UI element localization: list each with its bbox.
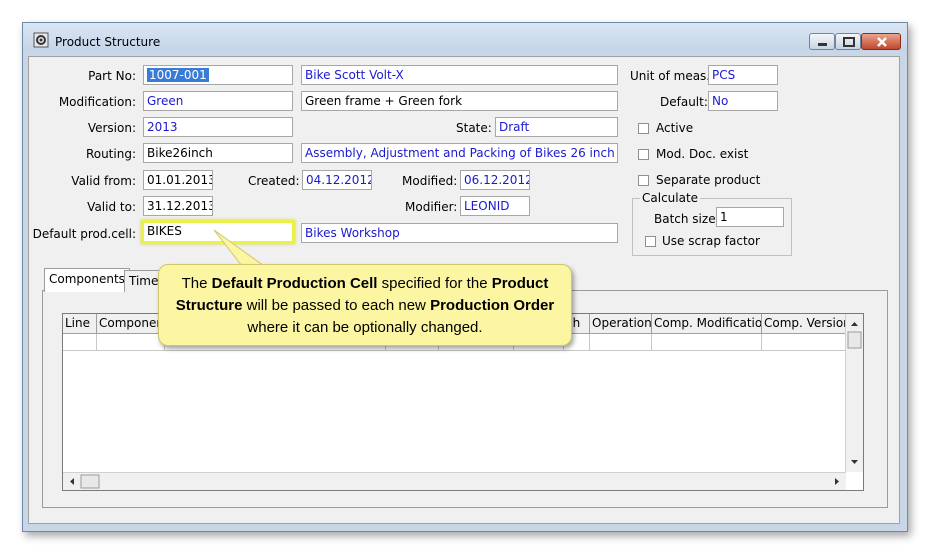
state-label: State: — [456, 121, 492, 135]
valid-from-label: Valid from: — [71, 174, 136, 188]
callout-text-part-3: will be passed to each new — [242, 297, 431, 314]
separate-product-checkbox[interactable] — [638, 175, 649, 186]
callout-text-part-4: where it can be optionally changed. — [247, 319, 483, 336]
grid-cell[interactable] — [97, 334, 165, 351]
callout-text: The Default Production Cell specified fo… — [167, 273, 563, 339]
column-header-comp-version[interactable]: Comp. Version — [762, 314, 848, 334]
valid-from-field[interactable]: 01.01.2013 — [143, 170, 213, 190]
separate-product-label: Separate product — [656, 173, 761, 187]
column-header-line[interactable]: Line — [63, 314, 97, 334]
column-header-operation[interactable]: Operation — [590, 314, 652, 334]
mod-doc-exist-label: Mod. Doc. exist — [656, 147, 749, 161]
window-title: Product Structure — [55, 35, 161, 49]
prod-cell-description-field[interactable]: Bikes Workshop — [301, 223, 618, 243]
vertical-scrollbar-arrows-icon — [847, 322, 862, 464]
minimize-icon — [818, 43, 827, 46]
modification-description-field[interactable]: Green frame + Green fork — [301, 91, 618, 111]
active-label: Active — [656, 121, 694, 135]
vertical-scrollbar[interactable] — [845, 314, 863, 472]
valid-to-label: Valid to: — [87, 200, 136, 214]
help-callout: The Default Production Cell specified fo… — [158, 264, 572, 346]
mod-doc-exist-checkbox[interactable] — [638, 149, 649, 160]
column-header-component[interactable]: Component — [97, 314, 165, 334]
use-scrap-factor-label: Use scrap factor — [662, 234, 760, 248]
version-label: Version: — [87, 121, 136, 135]
app-icon — [33, 32, 49, 48]
routing-label: Routing: — [85, 147, 136, 161]
active-checkbox[interactable] — [638, 123, 649, 134]
grid-cell[interactable] — [590, 334, 652, 351]
modification-field[interactable]: Green — [143, 91, 293, 111]
modification-label: Modification: — [58, 95, 136, 109]
created-field[interactable]: 04.12.2012 — [302, 170, 372, 190]
part-no-value: 1007-001 — [147, 68, 209, 82]
grid-cell[interactable] — [63, 334, 97, 351]
default-field[interactable]: No — [708, 91, 778, 111]
routing-description-field[interactable]: Assembly, Adjustment and Packing of Bike… — [301, 143, 618, 163]
routing-field[interactable]: Bike26inch — [143, 143, 293, 163]
close-button[interactable] — [861, 33, 901, 50]
maximize-icon — [843, 37, 855, 47]
modified-label: Modified: — [402, 174, 458, 188]
title-bar[interactable]: Product Structure — [23, 23, 907, 51]
tab-components[interactable]: Components — [44, 268, 130, 292]
column-header-comp-modification[interactable]: Comp. Modification — [652, 314, 762, 334]
callout-bold-production-order: Production Order — [430, 297, 555, 314]
modified-field[interactable]: 06.12.2012 — [460, 170, 530, 190]
version-field[interactable]: 2013 — [143, 117, 293, 137]
batch-size-field[interactable]: 1 — [716, 207, 784, 227]
default-label: Default: — [660, 95, 708, 109]
batch-size-label: Batch size: — [654, 212, 720, 226]
calculate-legend: Calculate — [640, 191, 701, 205]
state-field[interactable]: Draft — [495, 117, 618, 137]
default-prod-cell-label: Default prod.cell: — [32, 227, 136, 241]
horizontal-scrollbar[interactable] — [63, 472, 846, 490]
close-icon — [877, 37, 887, 47]
part-description-field[interactable]: Bike Scott Volt-X — [301, 65, 618, 85]
use-scrap-factor-checkbox[interactable] — [645, 236, 656, 247]
callout-bold-default-production-cell: Default Production Cell — [211, 275, 378, 292]
modifier-field[interactable]: LEONID — [460, 196, 530, 216]
horizontal-scrollbar-arrows-icon — [70, 474, 839, 489]
maximize-button[interactable] — [835, 33, 861, 50]
modifier-label: Modifier: — [405, 200, 458, 214]
grid-cell[interactable] — [652, 334, 762, 351]
created-label: Created: — [248, 174, 300, 188]
unit-of-meas-label: Unit of meas.: — [630, 69, 715, 83]
minimize-button[interactable] — [809, 33, 835, 50]
valid-to-field[interactable]: 31.12.2013 — [143, 196, 213, 216]
unit-of-meas-field[interactable]: PCS — [708, 65, 778, 85]
callout-pointer-icon — [213, 229, 266, 267]
part-no-label: Part No: — [88, 69, 136, 83]
part-no-field[interactable]: 1007-001 — [143, 65, 293, 85]
callout-text-part-2: specified for the — [377, 275, 492, 292]
grid-cell[interactable] — [762, 334, 848, 351]
callout-text-part-1: The — [181, 275, 212, 292]
